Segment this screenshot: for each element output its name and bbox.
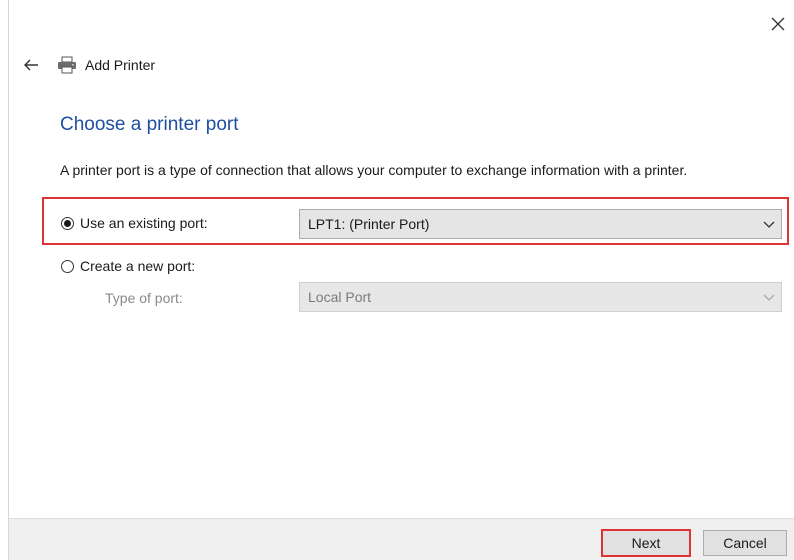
page-description: A printer port is a type of connection t… xyxy=(60,162,688,178)
type-of-port-label: Type of port: xyxy=(105,290,183,306)
page-heading: Choose a printer port xyxy=(60,114,239,135)
existing-port-value: LPT1: (Printer Port) xyxy=(308,216,430,232)
chevron-down-icon xyxy=(763,294,775,301)
radio-create-new-port[interactable]: Create a new port: xyxy=(61,258,195,274)
printer-icon xyxy=(58,56,76,74)
next-button[interactable]: Next xyxy=(601,529,691,557)
add-printer-window: Add Printer Choose a printer port A prin… xyxy=(8,0,794,560)
dialog-footer: Next Cancel xyxy=(9,518,794,560)
radio-button-icon xyxy=(61,259,74,273)
back-button[interactable] xyxy=(21,55,41,75)
radio-use-existing-label: Use an existing port: xyxy=(80,215,208,231)
cancel-button[interactable]: Cancel xyxy=(703,530,787,556)
close-icon xyxy=(771,17,785,31)
radio-create-new-label: Create a new port: xyxy=(80,258,196,274)
radio-button-icon xyxy=(61,216,74,230)
window-title-bar: Add Printer xyxy=(57,53,155,77)
existing-port-select[interactable]: LPT1: (Printer Port) xyxy=(299,209,782,239)
type-of-port-select: Local Port xyxy=(299,282,782,312)
radio-use-existing-port[interactable]: Use an existing port: xyxy=(61,215,208,231)
chevron-down-icon xyxy=(763,221,775,228)
window-title: Add Printer xyxy=(85,57,156,73)
type-of-port-value: Local Port xyxy=(308,289,372,305)
close-button[interactable] xyxy=(766,12,790,36)
back-arrow-icon xyxy=(24,59,38,71)
